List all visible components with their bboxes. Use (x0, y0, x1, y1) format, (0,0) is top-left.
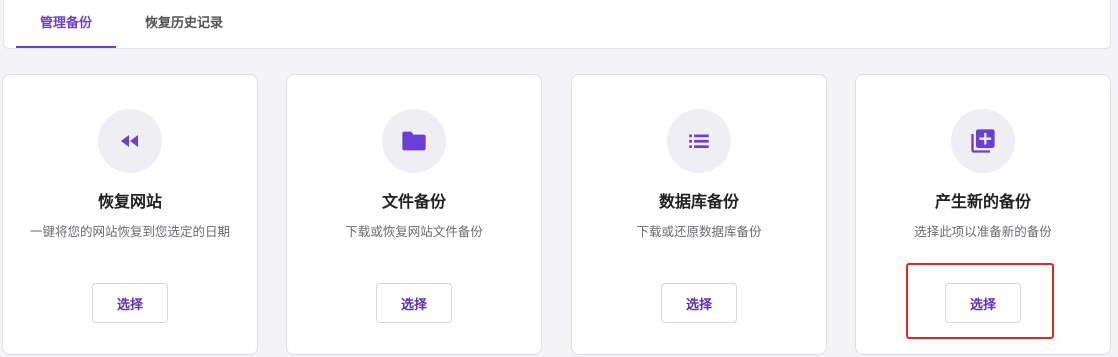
highlight-box (906, 263, 1054, 339)
card-description: 下载或恢复网站文件备份 (345, 224, 483, 239)
file-backup-card: 文件备份 下载或恢复网站文件备份 选择 (286, 74, 542, 355)
select-button[interactable]: 选择 (92, 283, 168, 323)
card-description: 下载或还原数据库备份 (636, 224, 762, 239)
card-title: 产生新的备份 (934, 192, 1031, 211)
card-title: 恢复网站 (97, 192, 162, 211)
list-icon-circle (667, 109, 731, 173)
rewind-icon (121, 135, 138, 147)
list-icon (689, 134, 709, 149)
add-library-icon (971, 129, 995, 153)
select-button[interactable]: 选择 (661, 283, 737, 323)
select-button[interactable]: 选择 (376, 283, 452, 323)
tab-restore-history[interactable]: 恢复历史记录 (128, 0, 240, 48)
rewind-icon-circle (98, 109, 162, 173)
folder-icon (402, 131, 426, 151)
card-title: 文件备份 (381, 192, 446, 211)
card-description: 一键将您的网站恢复到您选定的日期 (29, 224, 230, 239)
tab-bar: 管理备份 恢复历史记录 (3, 0, 1111, 49)
card-description: 选择此项以准备新的备份 (914, 224, 1052, 239)
restore-site-card: 恢复网站 一键将您的网站恢复到您选定的日期 选择 (2, 74, 258, 355)
card-title: 数据库备份 (658, 192, 739, 211)
database-backup-card: 数据库备份 下载或还原数据库备份 选择 (571, 74, 827, 355)
tab-manage-backups[interactable]: 管理备份 (16, 0, 116, 48)
folder-icon-circle (382, 109, 446, 173)
add-library-icon-circle (951, 109, 1015, 173)
